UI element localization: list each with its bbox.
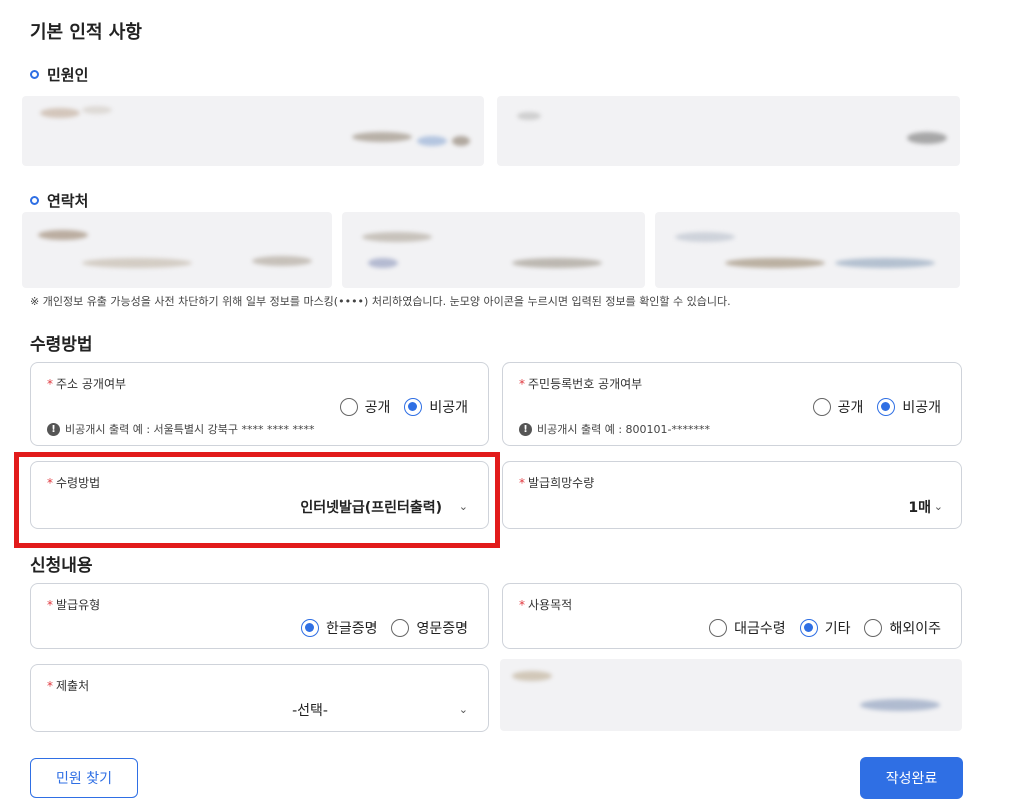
quantity-value: 1매 [908, 500, 931, 516]
purpose-emigration-radio[interactable]: 해외이주 [864, 618, 941, 638]
masked-applicant-name-field[interactable] [22, 96, 484, 166]
address-disclosure-public-radio[interactable]: 공개 [339, 397, 390, 417]
complete-button[interactable]: 작성완료 [860, 757, 963, 799]
issue-type-label: * 발급유형 [47, 598, 101, 612]
rrn-disclosure-public-radio[interactable]: 공개 [812, 397, 863, 417]
masked-contact-mobile-field[interactable] [342, 212, 645, 288]
exclamation-circle-icon: ! [47, 422, 60, 436]
rrn-disclosure-radio-group: 공개 비공개 [812, 397, 941, 417]
rrn-disclosure-hint: ! 비공개시 출력 예 : 800101-******* [519, 421, 710, 437]
masking-notice: ※ 개인정보 유출 가능성을 사전 차단하기 위해 일부 정보를 마스킹(•••… [30, 295, 731, 308]
masked-contact-email-field[interactable] [655, 212, 960, 288]
issue-type-card: * 발급유형 한글증명 영문증명 [30, 583, 489, 649]
purpose-other-radio[interactable]: 기타 [799, 618, 850, 638]
section-title-receipt-method: 수령방법 [30, 335, 93, 355]
purpose-card: * 사용목적 대금수령 기타 해외이주 [502, 583, 962, 649]
purpose-radio-group: 대금수령 기타 해외이주 [709, 618, 941, 638]
radio-icon[interactable] [709, 619, 728, 637]
subsection-applicant: 민원인 [30, 64, 88, 85]
highlight-box [14, 452, 500, 548]
radio-icon[interactable] [391, 619, 410, 637]
rrn-disclosure-label: * 주민등록번호 공개여부 [519, 377, 643, 391]
radio-icon[interactable] [864, 619, 883, 637]
issue-type-korean-radio[interactable]: 한글증명 [300, 618, 377, 638]
address-disclosure-hint: ! 비공개시 출력 예 : 서울특별시 강북구 **** **** **** [47, 421, 314, 437]
purpose-label: * 사용목적 [519, 598, 573, 612]
radio-icon[interactable] [339, 398, 358, 416]
subsection-applicant-label: 민원인 [47, 66, 89, 84]
radio-selected-icon[interactable] [300, 619, 319, 637]
rrn-disclosure-private-radio[interactable]: 비공개 [877, 397, 941, 417]
quantity-select[interactable]: * 발급희망수량 1매 ⌄ [502, 461, 962, 529]
section-title-basic-info: 기본 인적 사항 [30, 22, 142, 43]
masked-submit-detail-field[interactable] [500, 659, 962, 731]
section-title-application: 신청내용 [30, 556, 93, 576]
radio-selected-icon[interactable] [404, 398, 423, 416]
chevron-down-icon[interactable]: ⌄ [459, 703, 468, 716]
purpose-payment-radio[interactable]: 대금수령 [709, 618, 786, 638]
radio-icon[interactable] [812, 398, 831, 416]
subsection-contact: 연락처 [30, 190, 88, 211]
address-disclosure-card: * 주소 공개여부 공개 비공개 ! 비공개시 출력 예 : 서울특별시 강북구 *… [30, 362, 489, 446]
submit-to-label: * 제출처 [47, 679, 90, 693]
submit-to-select[interactable]: * 제출처 -선택- ⌄ [30, 664, 489, 732]
masked-applicant-id-field[interactable] [497, 96, 960, 166]
address-disclosure-label: * 주소 공개여부 [47, 377, 127, 391]
quantity-label: * 발급희망수량 [519, 476, 595, 490]
radio-selected-icon[interactable] [877, 398, 896, 416]
address-disclosure-radio-group: 공개 비공개 [339, 397, 468, 417]
ring-bullet-icon [30, 196, 39, 205]
ring-bullet-icon [30, 70, 39, 79]
rrn-disclosure-card: * 주민등록번호 공개여부 공개 비공개 ! 비공개시 출력 예 : 800101-… [502, 362, 962, 446]
address-disclosure-private-radio[interactable]: 비공개 [404, 397, 468, 417]
masked-contact-phone-field[interactable] [22, 212, 332, 288]
radio-selected-icon[interactable] [799, 619, 818, 637]
chevron-down-icon[interactable]: ⌄ [934, 500, 943, 513]
subsection-contact-label: 연락처 [47, 192, 89, 210]
exclamation-circle-icon: ! [519, 422, 532, 436]
submit-to-value: -선택- [292, 703, 328, 719]
issue-type-radio-group: 한글증명 영문증명 [300, 618, 468, 638]
issue-type-english-radio[interactable]: 영문증명 [391, 618, 468, 638]
find-application-button[interactable]: 민원 찾기 [30, 758, 138, 798]
